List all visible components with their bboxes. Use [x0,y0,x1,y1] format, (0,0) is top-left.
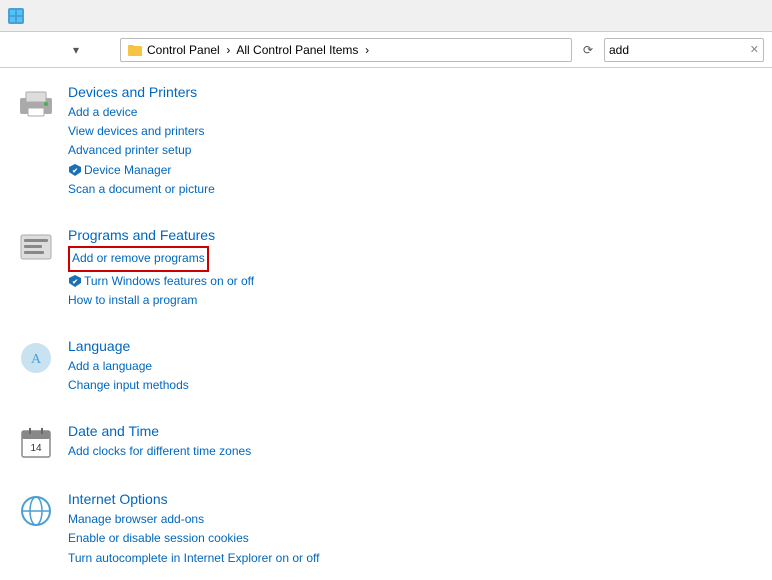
breadcrumb: Control Panel › All Control Panel Items … [147,43,369,57]
main-area: Devices and Printers Add a deviceView dev… [0,68,772,580]
link-turn-autocomplete-in-internet-[interactable]: Turn autocomplete in Internet Explorer o… [68,549,756,568]
link-turn-windows-features-on-or-of[interactable]: ✔Turn Windows features on or off [68,272,756,291]
maximize-button[interactable] [672,0,718,32]
link-how-to-install-a-program[interactable]: How to install a program [68,291,756,310]
address-path[interactable]: Control Panel › All Control Panel Items … [120,38,572,62]
section-programs-features: Programs and Features Add or remove progr… [16,219,756,310]
programs-features-title[interactable]: Programs and Features [68,227,756,243]
section-devices-printers: Devices and Printers Add a deviceView dev… [16,76,756,199]
internet-options-title[interactable]: Internet Options [68,491,756,507]
link-add-a-device[interactable]: Add a device [68,103,756,122]
internet-options-content: Internet Options Manage browser add-onsEn… [68,491,756,568]
svg-text:✔: ✔ [72,168,78,175]
link-device-manager[interactable]: ✔Device Manager [68,161,756,180]
language-title[interactable]: Language [68,338,756,354]
devices-printers-icon [16,84,56,124]
close-button[interactable] [718,0,764,32]
section-language: A Language Add a languageChange input met… [16,330,756,395]
section-internet-options: Internet Options Manage browser add-onsEn… [16,483,756,568]
programs-features-content: Programs and Features Add or remove progr… [68,227,756,310]
back-button[interactable] [8,38,32,62]
devices-printers-title[interactable]: Devices and Printers [68,84,756,100]
search-clear-button[interactable]: ✕ [750,43,759,56]
minimize-button[interactable] [626,0,672,32]
link-change-input-methods[interactable]: Change input methods [68,376,756,395]
link-add-clocks-for-different-time-[interactable]: Add clocks for different time zones [68,442,756,461]
link-add-a-language[interactable]: Add a language [68,357,756,376]
date-time-icon: 14 [16,423,56,463]
link-enable-or-disable-session-cook[interactable]: Enable or disable session cookies [68,529,756,548]
content-area: Devices and Printers Add a deviceView dev… [0,68,772,580]
section-date-time: 14 Date and Time Add clocks for different… [16,415,756,463]
language-icon: A [16,338,56,378]
up-button[interactable] [92,38,116,62]
search-box[interactable]: ✕ [604,38,764,62]
address-bar: ▾ Control Panel › All Control Panel Item… [0,32,772,68]
svg-text:✔: ✔ [72,279,78,286]
search-input[interactable] [609,43,746,57]
language-content: Language Add a languageChange input metho… [68,338,756,395]
link-scan-a-document-or-picture[interactable]: Scan a document or picture [68,180,756,199]
window-controls [626,0,764,32]
link-view-devices-and-printers[interactable]: View devices and printers [68,122,756,141]
link-add-or-remove-programs[interactable]: Add or remove programs [68,246,209,272]
link-advanced-printer-setup[interactable]: Advanced printer setup [68,141,756,160]
forward-button[interactable] [36,38,60,62]
title-bar [0,0,772,32]
folder-icon [127,42,143,58]
dropdown-button[interactable]: ▾ [64,38,88,62]
svg-text:14: 14 [30,443,42,454]
window-icon [8,8,24,24]
link-manage-browser-add-ons[interactable]: Manage browser add-ons [68,510,756,529]
internet-options-icon [16,491,56,531]
date-time-title[interactable]: Date and Time [68,423,756,439]
devices-printers-content: Devices and Printers Add a deviceView dev… [68,84,756,199]
refresh-button[interactable]: ⟳ [576,38,600,62]
date-time-content: Date and Time Add clocks for different ti… [68,423,756,461]
programs-features-icon [16,227,56,267]
svg-text:A: A [31,352,42,367]
